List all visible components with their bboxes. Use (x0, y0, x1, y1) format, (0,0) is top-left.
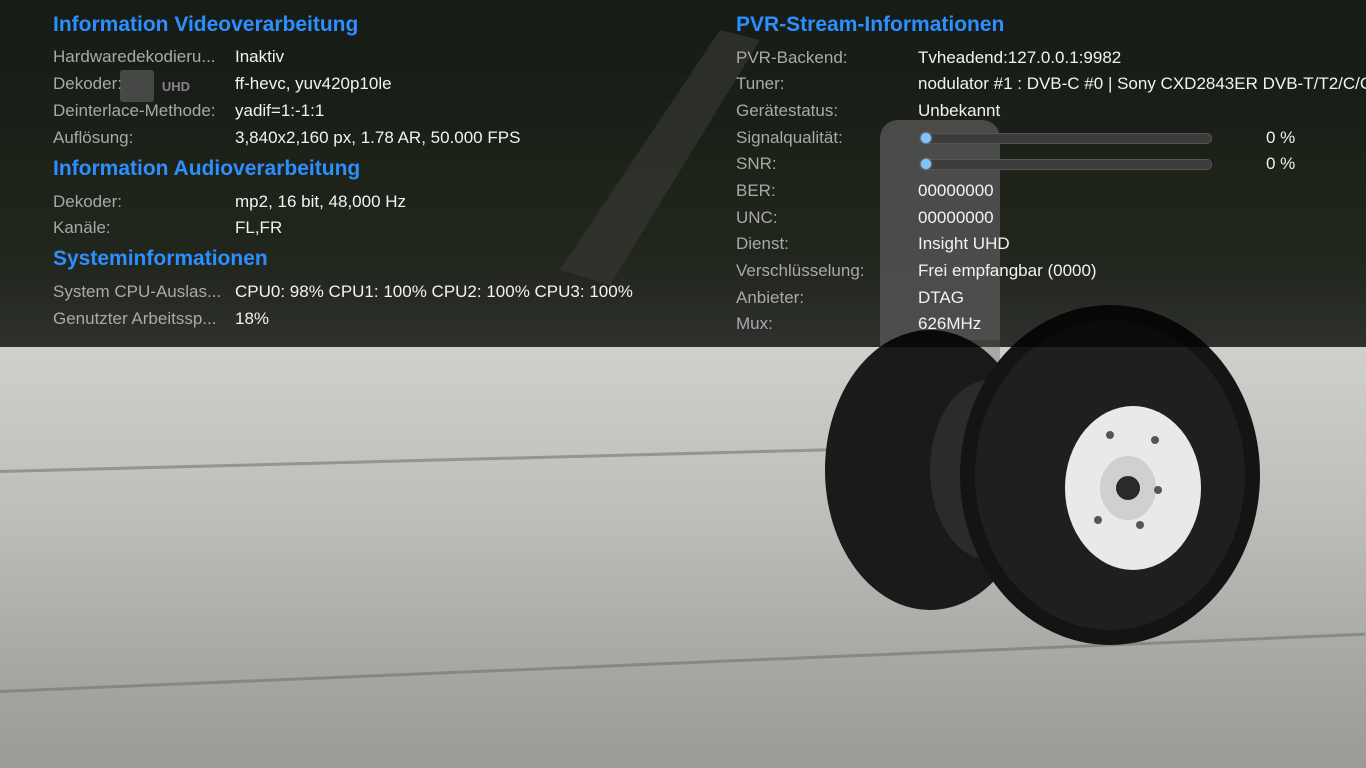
pvr-row-backend: PVR-Backend: Tvheadend:127.0.0.1:9982 (736, 46, 1366, 70)
row-label: System CPU-Auslas... (53, 282, 222, 301)
row-value: CPU0: 98% CPU1: 100% CPU2: 100% CPU3: 10… (235, 282, 633, 301)
signal-quality-percent: 0 % (1266, 128, 1296, 147)
row-value: 00000000 (918, 208, 994, 227)
system-section-title: Systeminformationen (53, 247, 268, 270)
pvr-row-mux: Mux: 626MHz (736, 312, 1366, 336)
row-label: PVR-Backend: (736, 48, 848, 67)
row-value: DTAG (918, 288, 964, 307)
pvr-section-title: PVR-Stream-Informationen (736, 13, 1005, 36)
snr-bar (920, 159, 1212, 170)
row-value: 00000000 (918, 181, 994, 200)
row-value: yadif=1:-1:1 (235, 101, 325, 120)
row-value: 3,840x2,160 px, 1.78 AR, 50.000 FPS (235, 128, 521, 147)
channel-logo: UHD (120, 70, 195, 102)
row-value: mp2, 16 bit, 48,000 Hz (235, 192, 407, 211)
channel-logo-icon (120, 70, 154, 102)
audio-section-title: Information Audioverarbeitung (53, 157, 361, 180)
row-label: Anbieter: (736, 288, 805, 307)
row-value: nodulator #1 : DVB-C #0 | Sony CXD2843ER… (918, 74, 1366, 93)
row-label: Hardwaredekodieru... (53, 47, 216, 66)
row-value: Frei empfangbar (0000) (918, 261, 1097, 280)
row-label: SNR: (736, 154, 777, 173)
row-value: 626MHz (918, 314, 982, 333)
row-value: 18% (235, 309, 270, 328)
row-label: Kanäle: (53, 218, 111, 237)
row-label: Genutzter Arbeitssp... (53, 309, 217, 328)
pvr-row-provider: Anbieter: DTAG (736, 286, 1366, 310)
row-label: BER: (736, 181, 776, 200)
pvr-row-device-status: Gerätestatus: Unbekannt (736, 99, 1366, 123)
row-label: Dienst: (736, 234, 789, 253)
row-label: Deinterlace-Methode: (53, 101, 216, 120)
codec-info-overlay: Information Videoverarbeitung Hardwarede… (0, 0, 1366, 347)
snr-knob (921, 159, 931, 169)
pvr-row-ber: BER: 00000000 (736, 179, 1366, 203)
pvr-row-tuner: Tuner: nodulator #1 : DVB-C #0 | Sony CX… (736, 72, 1366, 96)
row-value: FL,FR (235, 218, 283, 237)
row-label: Verschlüsselung: (736, 261, 865, 280)
pvr-row-signal-quality: Signalqualität: 0 % (736, 126, 1366, 150)
row-label: Gerätestatus: (736, 101, 839, 120)
row-value: Inaktiv (235, 47, 285, 66)
row-value: ff-hevc, yuv420p10le (235, 74, 392, 93)
row-label: Dekoder: (53, 192, 122, 211)
row-value: Tvheadend:127.0.0.1:9982 (918, 48, 1122, 67)
signal-quality-bar (920, 133, 1212, 144)
row-label: Signalqualität: (736, 128, 843, 147)
row-label: Mux: (736, 314, 773, 333)
pvr-row-snr: SNR: 0 % (736, 152, 1366, 176)
row-label: UNC: (736, 208, 778, 227)
row-label: Auflösung: (53, 128, 134, 147)
row-label: Tuner: (736, 74, 785, 93)
channel-logo-text: UHD (158, 78, 194, 96)
row-value: Unbekannt (918, 101, 1001, 120)
video-section-title: Information Videoverarbeitung (53, 13, 359, 36)
pvr-row-service: Dienst: Insight UHD (736, 232, 1366, 256)
signal-quality-knob (921, 133, 931, 143)
snr-percent: 0 % (1266, 154, 1296, 173)
pvr-row-unc: UNC: 00000000 (736, 206, 1366, 230)
row-value: Insight UHD (918, 234, 1010, 253)
pvr-row-encryption: Verschlüsselung: Frei empfangbar (0000) (736, 259, 1366, 283)
